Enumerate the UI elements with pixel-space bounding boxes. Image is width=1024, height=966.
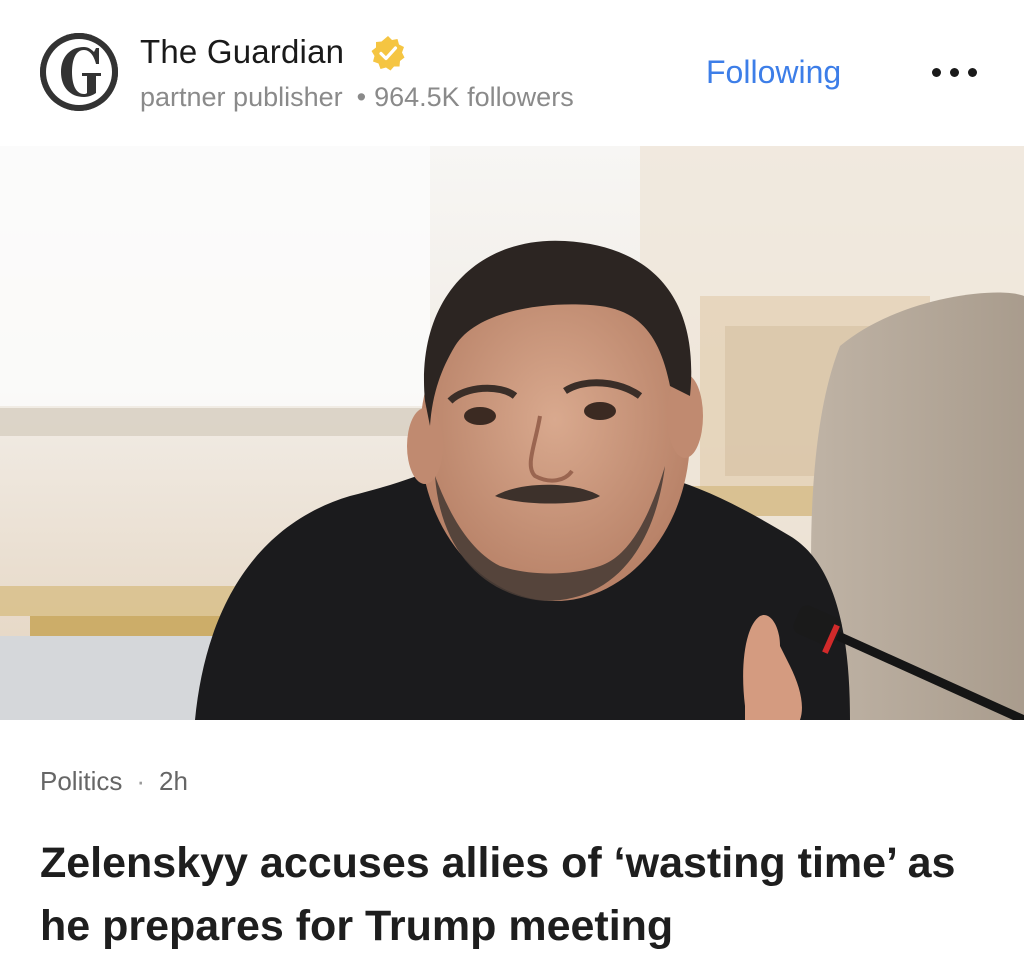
more-dot: [950, 68, 959, 77]
following-button[interactable]: Following: [706, 54, 841, 91]
publisher-name[interactable]: The Guardian: [140, 33, 344, 71]
article-meta: Politics · 2h: [40, 766, 188, 797]
article-image[interactable]: [0, 146, 1024, 720]
meta-separator: ·: [136, 766, 146, 796]
guardian-g-logo-icon: [40, 33, 118, 111]
article-category[interactable]: Politics: [40, 766, 122, 796]
more-horizontal-icon: [932, 68, 941, 77]
separator-dot: •: [356, 82, 367, 112]
zelenskyy-photo: [0, 146, 1024, 720]
publisher-subline: partner publisher • 964.5K followers: [140, 82, 574, 113]
article-card[interactable]: The Guardian partner publisher • 964.5K fo…: [0, 0, 1024, 966]
article-time: 2h: [159, 766, 188, 796]
publisher-header: The Guardian partner publisher • 964.5K fo…: [0, 0, 1024, 146]
verified-badge-icon: [369, 34, 407, 72]
publisher-type: partner publisher: [140, 82, 343, 112]
article-headline[interactable]: Zelenskyy accuses allies of ‘wasting tim…: [40, 832, 990, 958]
follower-count: 964.5K followers: [374, 82, 574, 112]
publisher-logo[interactable]: [40, 33, 118, 111]
more-options-button[interactable]: [930, 64, 980, 80]
more-dot: [968, 68, 977, 77]
